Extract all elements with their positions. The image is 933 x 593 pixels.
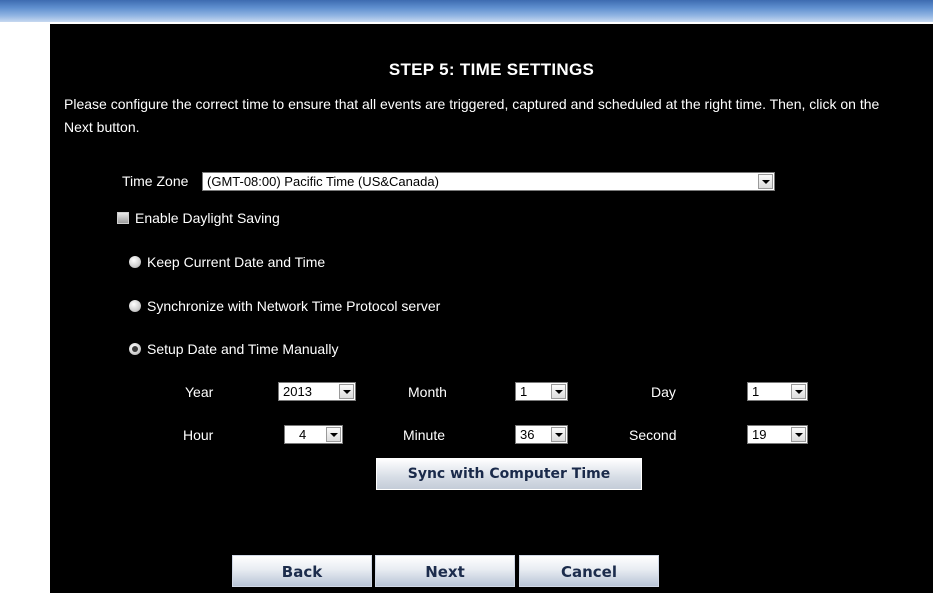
- daylight-saving-checkbox[interactable]: [117, 212, 129, 224]
- instructions-text: Please configure the correct time to ens…: [64, 96, 880, 135]
- chevron-down-icon[interactable]: [551, 427, 566, 442]
- chevron-down-icon[interactable]: [551, 384, 566, 399]
- year-value: 2013: [283, 384, 312, 399]
- timezone-select[interactable]: (GMT-08:00) Pacific Time (US&Canada): [202, 172, 775, 191]
- chevron-down-icon[interactable]: [326, 427, 341, 442]
- month-value: 1: [520, 384, 528, 399]
- ntp-radio[interactable]: [129, 300, 141, 312]
- ntp-label: Synchronize with Network Time Protocol s…: [147, 298, 441, 314]
- second-select[interactable]: 19: [747, 425, 808, 444]
- timezone-value: (GMT-08:00) Pacific Time (US&Canada): [207, 174, 439, 189]
- minute-label: Minute: [403, 427, 446, 443]
- manual-option[interactable]: Setup Date and Time Manually: [129, 341, 338, 357]
- back-button[interactable]: Back: [232, 555, 372, 587]
- month-label: Month: [408, 384, 447, 400]
- daylight-saving-option[interactable]: Enable Daylight Saving: [117, 210, 280, 226]
- keep-current-label: Keep Current Date and Time: [147, 254, 326, 270]
- chevron-down-icon[interactable]: [791, 384, 806, 399]
- year-select[interactable]: 2013: [278, 382, 356, 401]
- chevron-down-icon[interactable]: [758, 174, 773, 189]
- day-value: 1: [752, 384, 760, 399]
- month-select[interactable]: 1: [515, 382, 568, 401]
- cancel-button[interactable]: Cancel: [519, 555, 659, 587]
- year-label: Year: [185, 384, 214, 400]
- next-button[interactable]: Next: [375, 555, 515, 587]
- keep-current-radio[interactable]: [129, 256, 141, 268]
- sync-computer-time-button[interactable]: Sync with Computer Time: [376, 458, 642, 490]
- chevron-down-icon[interactable]: [339, 384, 354, 399]
- minute-value: 36: [520, 427, 535, 442]
- keep-current-option[interactable]: Keep Current Date and Time: [129, 254, 325, 270]
- hour-select[interactable]: 4: [284, 425, 343, 444]
- day-select[interactable]: 1: [747, 382, 808, 401]
- manual-label: Setup Date and Time Manually: [147, 341, 339, 357]
- chevron-down-icon[interactable]: [791, 427, 806, 442]
- ntp-option[interactable]: Synchronize with Network Time Protocol s…: [129, 298, 440, 314]
- second-value: 19: [752, 427, 767, 442]
- minute-select[interactable]: 36: [515, 425, 568, 444]
- top-banner: [0, 0, 933, 22]
- page-title: STEP 5: TIME SETTINGS: [388, 60, 595, 79]
- daylight-saving-label: Enable Daylight Saving: [135, 210, 280, 226]
- window: STEP 5: TIME SETTINGS Please configure t…: [0, 0, 933, 593]
- manual-radio[interactable]: [129, 343, 141, 355]
- day-label: Day: [651, 384, 676, 400]
- timezone-label: Time Zone: [122, 173, 189, 189]
- second-label: Second: [629, 427, 677, 443]
- hour-value: 4: [299, 427, 307, 442]
- hour-label: Hour: [183, 427, 214, 443]
- wizard-panel: STEP 5: TIME SETTINGS Please configure t…: [50, 24, 933, 593]
